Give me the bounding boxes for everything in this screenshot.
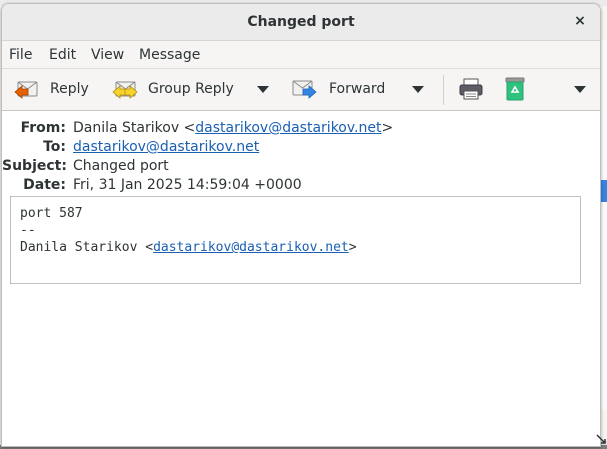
resize-grip-icon[interactable]: [595, 433, 607, 445]
signature-email-link[interactable]: dastarikov@dastarikov.net: [153, 240, 349, 255]
group-reply-icon: [112, 77, 138, 101]
close-button[interactable]: ×: [570, 11, 590, 31]
menu-edit[interactable]: Edit: [49, 47, 76, 63]
window-title: Changed port: [247, 14, 355, 30]
menu-file[interactable]: File: [9, 47, 32, 63]
signature-name: Danila Starikov <: [20, 240, 154, 255]
subject-label: Subject:: [2, 158, 67, 174]
from-email-link[interactable]: dastarikov@dastarikov.net: [195, 120, 381, 136]
menu-message[interactable]: Message: [139, 47, 200, 63]
body-line-1: port 587: [20, 206, 83, 221]
forward-button[interactable]: Forward: [291, 75, 385, 103]
forward-dropdown-icon[interactable]: [412, 86, 424, 93]
toolbar-separator: [443, 75, 444, 105]
from-label: From:: [20, 120, 66, 136]
signature-end: >: [348, 240, 357, 255]
menubar: File Edit View Message: [2, 41, 600, 69]
toolbar: Reply Group Reply Forward: [2, 69, 600, 111]
to-email-link[interactable]: dastarikov@dastarikov.net: [73, 139, 259, 155]
group-reply-dropdown-icon[interactable]: [257, 86, 269, 93]
from-end: >: [381, 120, 394, 136]
recycle-junk-icon: [502, 77, 528, 101]
close-icon: ×: [574, 13, 586, 29]
titlebar[interactable]: Changed port ×: [2, 4, 600, 41]
forward-icon: [291, 77, 317, 101]
print-icon: [458, 77, 484, 101]
group-reply-label: Group Reply: [148, 81, 234, 97]
menu-view[interactable]: View: [91, 47, 124, 63]
toolbar-overflow-icon[interactable]: [574, 86, 586, 93]
forward-label: Forward: [329, 81, 386, 97]
signature-line: Danila Starikov <dastarikov@dastarikov.n…: [20, 240, 357, 255]
reply-button[interactable]: Reply: [14, 75, 89, 103]
reply-icon: [14, 77, 40, 101]
junk-button[interactable]: [502, 75, 528, 103]
signature-separator: --: [20, 223, 36, 238]
message-body[interactable]: port 587 -- Danila Starikov <dastarikov@…: [10, 196, 581, 284]
subject-value: Changed port: [73, 158, 169, 174]
date-label: Date:: [23, 177, 66, 193]
message-window: Changed port × File Edit View Message Re…: [1, 3, 601, 447]
to-label: To:: [43, 139, 66, 155]
reply-label: Reply: [50, 81, 89, 97]
group-reply-button[interactable]: Group Reply: [112, 75, 234, 103]
from-name: Danila Starikov <: [73, 120, 196, 136]
print-button[interactable]: [458, 75, 484, 103]
date-value: Fri, 31 Jan 2025 14:59:04 +0000: [73, 177, 302, 193]
